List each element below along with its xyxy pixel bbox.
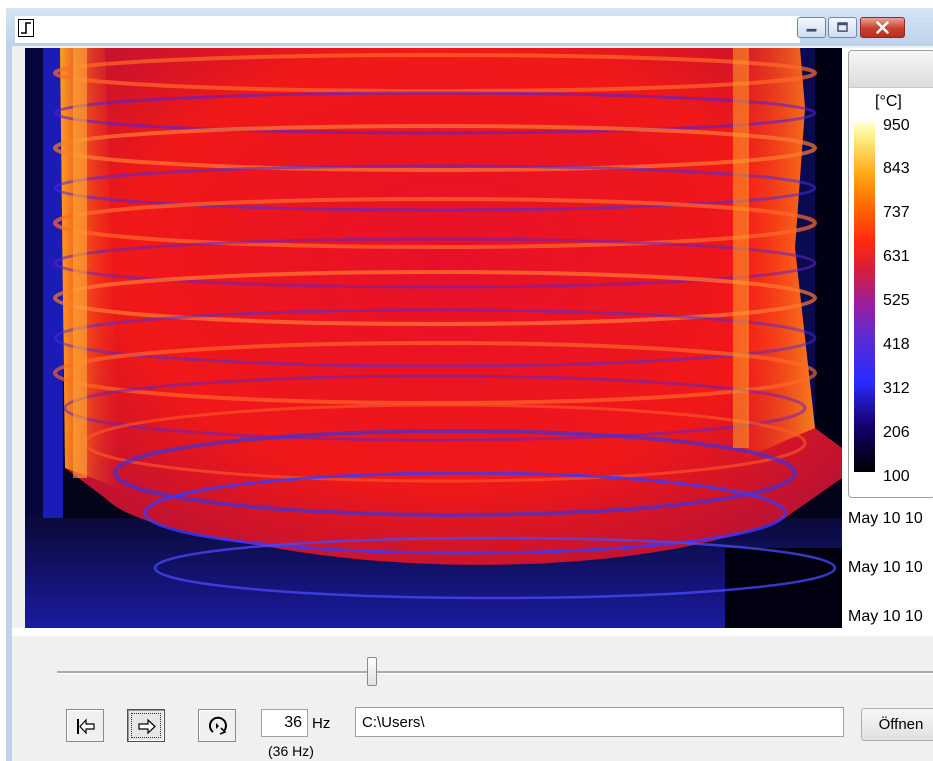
minimize-icon	[806, 28, 817, 32]
thermal-image[interactable]	[25, 48, 842, 628]
app-window: [°C] 950 843 737 631 525 418 312 206 100…	[6, 8, 933, 761]
title-bar[interactable]	[6, 8, 933, 46]
colorbar-tick: 737	[883, 204, 910, 221]
colorbar-tick: 631	[883, 248, 910, 265]
divider	[12, 628, 933, 636]
minimize-button[interactable]	[797, 17, 826, 38]
time-label: May 10 10	[848, 510, 923, 527]
timeline-slider-track[interactable]	[57, 671, 933, 674]
client-area: [°C] 950 843 737 631 525 418 312 206 100…	[12, 46, 933, 761]
colorbar-tick: 950	[883, 117, 910, 134]
app-step-icon	[18, 19, 34, 37]
colorbar-unit: [°C]	[875, 93, 902, 110]
colorbar-tick: 525	[883, 292, 910, 309]
colorbar-tick: 843	[883, 160, 910, 177]
maximize-button[interactable]	[828, 17, 857, 38]
frequency-unit: Hz	[312, 715, 331, 732]
file-path-input[interactable]	[355, 707, 844, 737]
colorbar-tick: 312	[883, 380, 910, 397]
title-text-area	[15, 16, 800, 43]
colorbar-header	[849, 51, 933, 88]
frequency-input[interactable]	[261, 709, 308, 737]
rewind-button[interactable]	[66, 709, 104, 742]
loop-icon	[208, 716, 227, 735]
colorbar-tick: 418	[883, 336, 910, 353]
maximize-icon	[837, 22, 848, 32]
colorbar-tick: 206	[883, 424, 910, 441]
rewind-to-start-icon	[77, 718, 95, 735]
loop-button[interactable]	[198, 709, 236, 742]
colorbar: [°C] 950 843 737 631 525 418 312 206 100	[848, 50, 933, 498]
colorbar-tick: 100	[883, 468, 910, 485]
play-button[interactable]	[127, 709, 165, 742]
close-icon	[876, 21, 889, 34]
thermal-image-render	[25, 48, 842, 628]
time-label: May 10 10	[848, 559, 923, 576]
close-button[interactable]	[860, 17, 905, 38]
time-label: May 10 10	[848, 608, 923, 625]
frequency-note: (36 Hz)	[268, 743, 314, 759]
color-scale-panel: [°C] 950 843 737 631 525 418 312 206 100…	[842, 48, 933, 628]
timeline-slider-thumb[interactable]	[367, 657, 377, 686]
open-button[interactable]: Öffnen	[861, 708, 933, 741]
play-forward-icon	[138, 718, 156, 735]
colorbar-gradient	[854, 122, 875, 472]
